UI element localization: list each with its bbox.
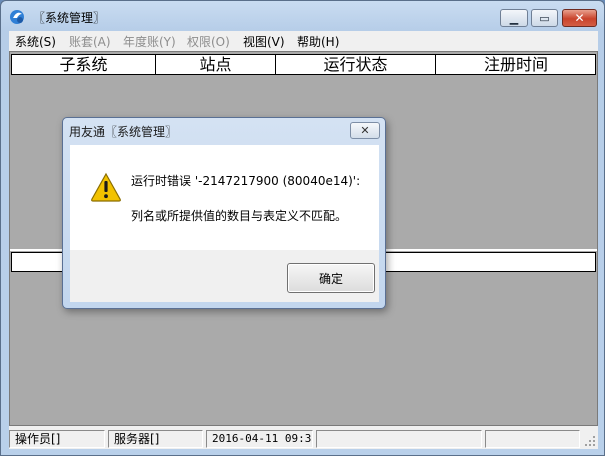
menu-system[interactable]: 系统(S) [15,33,56,50]
status-pane-empty-2 [485,430,580,448]
dialog-close-button[interactable]: ✕ [350,122,380,139]
title-bar[interactable]: 〖系统管理〗 ▁ ▭ ✕ [1,1,604,31]
menu-bar: 系统(S) 账套(A) 年度账(Y) 权限(O) 视图(V) 帮助(H) [9,31,598,50]
close-button[interactable]: ✕ [562,9,597,27]
status-pane-empty-1 [316,430,482,448]
dialog-footer: 确定 [70,250,379,302]
column-header-status[interactable]: 运行状态 [276,55,436,74]
column-header-register-time[interactable]: 注册时间 [436,55,596,74]
menu-view[interactable]: 视图(V) [243,33,285,50]
grid-header: 子系统 站点 运行状态 注册时间 [11,54,596,75]
dialog-title: 用友通〖系统管理〗 [69,125,178,139]
column-header-subsystem[interactable]: 子系统 [12,55,156,74]
maximize-button[interactable]: ▭ [531,9,558,27]
status-datetime: 2016-04-11 09:31 [206,430,313,448]
menu-help[interactable]: 帮助(H) [297,33,339,50]
app-icon [10,10,24,24]
minimize-icon: ▁ [509,11,519,25]
ok-button[interactable]: 确定 [287,263,375,293]
minimize-button[interactable]: ▁ [500,9,528,27]
resize-grip-icon[interactable] [584,435,596,447]
status-bar: 操作员[] 服务器[] 2016-04-11 09:31 [9,429,598,449]
close-icon: ✕ [360,124,370,137]
error-detail: 列名或所提供值的数目与表定义不匹配。 [131,209,348,223]
menu-annual-account[interactable]: 年度账(Y) [123,33,176,50]
status-server: 服务器[] [108,430,203,448]
menu-permission[interactable]: 权限(O) [187,33,230,50]
dialog-body: 运行时错误 '-2147217900 (80040e14)': 列名或所提供值的… [70,145,379,250]
menu-account-set[interactable]: 账套(A) [69,33,111,50]
error-dialog: 用友通〖系统管理〗 ✕ 运行时错误 '-2147217900 (80040e14… [62,117,386,309]
close-icon: ✕ [574,11,585,25]
error-message: 运行时错误 '-2147217900 (80040e14)': [131,174,361,188]
maximize-icon: ▭ [539,11,550,25]
column-header-site[interactable]: 站点 [156,55,276,74]
warning-icon [91,172,121,202]
status-operator: 操作员[] [9,430,105,448]
window-title: 〖系统管理〗 [33,11,106,25]
